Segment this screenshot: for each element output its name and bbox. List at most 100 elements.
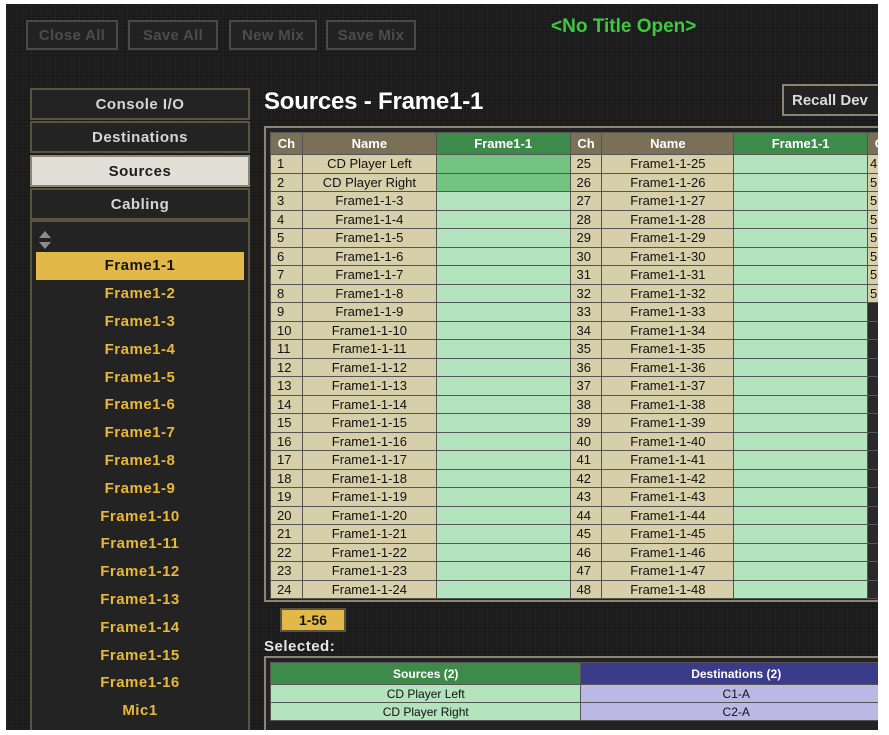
source-name[interactable]: Frame1-1-24 xyxy=(301,579,437,599)
source-name[interactable]: Frame1-1-44 xyxy=(601,505,735,525)
page-tab-1-56[interactable]: 1-56 xyxy=(280,608,346,632)
source-name[interactable]: Frame1-1-37 xyxy=(601,376,735,396)
frame-list-item[interactable]: Frame1-2 xyxy=(36,280,244,308)
source-name[interactable]: Frame1-1-46 xyxy=(601,542,735,562)
source-name[interactable]: Frame1-1-48 xyxy=(601,579,735,599)
source-name[interactable]: CD Player Right xyxy=(301,172,437,192)
nav-console-io[interactable]: Console I/O xyxy=(30,88,250,120)
signal-cell[interactable] xyxy=(733,357,868,377)
frame-list-item[interactable]: Frame1-14 xyxy=(36,613,244,641)
source-name[interactable]: Frame1-1-14 xyxy=(301,394,437,414)
signal-cell[interactable] xyxy=(435,431,571,451)
source-name[interactable]: Frame1-1-20 xyxy=(301,505,437,525)
signal-cell[interactable] xyxy=(733,191,868,211)
source-name[interactable]: Frame1-1-39 xyxy=(601,413,735,433)
signal-cell[interactable] xyxy=(435,561,571,581)
signal-cell[interactable] xyxy=(733,339,868,359)
source-name[interactable]: Frame1-1-30 xyxy=(601,246,735,266)
signal-cell[interactable] xyxy=(435,357,571,377)
source-name[interactable]: Frame1-1-12 xyxy=(301,357,437,377)
source-name[interactable]: Frame1-1-36 xyxy=(601,357,735,377)
source-name[interactable]: Frame1-1-19 xyxy=(301,487,437,507)
source-name[interactable]: Frame1-1-42 xyxy=(601,468,735,488)
signal-cell[interactable] xyxy=(733,505,868,525)
source-name[interactable]: Frame1-1-7 xyxy=(301,265,437,285)
source-name[interactable]: Frame1-1-40 xyxy=(601,431,735,451)
source-name[interactable]: Frame1-1-29 xyxy=(601,228,735,248)
source-name[interactable]: Frame1-1-23 xyxy=(301,561,437,581)
signal-cell[interactable] xyxy=(435,265,571,285)
nav-sources[interactable]: Sources xyxy=(30,155,250,187)
source-name[interactable]: Frame1-1-6 xyxy=(301,246,437,266)
signal-cell[interactable] xyxy=(733,413,868,433)
source-name[interactable]: Frame1-1-18 xyxy=(301,468,437,488)
source-name[interactable]: Frame1-1-32 xyxy=(601,283,735,303)
source-name[interactable]: Frame1-1-21 xyxy=(301,524,437,544)
signal-cell[interactable] xyxy=(435,376,571,396)
signal-cell[interactable] xyxy=(733,283,868,303)
source-name[interactable]: Frame1-1-8 xyxy=(301,283,437,303)
source-name[interactable]: Frame1-1-3 xyxy=(301,191,437,211)
signal-cell[interactable] xyxy=(435,487,571,507)
source-name[interactable]: Frame1-1-41 xyxy=(601,450,735,470)
source-name[interactable]: Frame1-1-16 xyxy=(301,431,437,451)
signal-cell[interactable] xyxy=(733,468,868,488)
signal-cell[interactable] xyxy=(435,339,571,359)
signal-cell[interactable] xyxy=(435,191,571,211)
signal-cell[interactable] xyxy=(435,172,571,192)
source-name[interactable]: Frame1-1-15 xyxy=(301,413,437,433)
source-name[interactable]: Frame1-1-28 xyxy=(601,209,735,229)
signal-cell[interactable] xyxy=(733,246,868,266)
source-name[interactable]: Frame1-1-45 xyxy=(601,524,735,544)
source-name[interactable]: Frame1-1-47 xyxy=(601,561,735,581)
signal-cell[interactable] xyxy=(435,320,571,340)
frame-list-item[interactable]: Frame1-16 xyxy=(36,669,244,697)
source-name[interactable]: CD Player Left xyxy=(301,154,437,174)
signal-cell[interactable] xyxy=(435,154,571,174)
signal-cell[interactable] xyxy=(733,228,868,248)
frame-list-item[interactable]: Frame1-11 xyxy=(36,530,244,558)
frame-list-item[interactable]: Frame1-4 xyxy=(36,335,244,363)
source-name[interactable]: Frame1-1-13 xyxy=(301,376,437,396)
source-name[interactable]: Frame1-1-17 xyxy=(301,450,437,470)
selected-row[interactable]: CD Player Right C2-A xyxy=(269,702,878,721)
signal-cell[interactable] xyxy=(733,209,868,229)
close-all-button[interactable]: Close All xyxy=(26,20,118,50)
source-name[interactable]: Frame1-1-35 xyxy=(601,339,735,359)
recall-device-button[interactable]: Recall Dev xyxy=(782,84,878,116)
signal-cell[interactable] xyxy=(733,542,868,562)
source-name[interactable]: Frame1-1-10 xyxy=(301,320,437,340)
save-all-button[interactable]: Save All xyxy=(128,20,218,50)
nav-destinations[interactable]: Destinations xyxy=(30,121,250,153)
signal-cell[interactable] xyxy=(733,431,868,451)
signal-cell[interactable] xyxy=(435,302,571,322)
signal-cell[interactable] xyxy=(435,450,571,470)
signal-cell[interactable] xyxy=(733,394,868,414)
source-name[interactable]: Frame1-1-11 xyxy=(301,339,437,359)
save-mix-button[interactable]: Save Mix xyxy=(326,20,416,50)
nav-cabling[interactable]: Cabling xyxy=(30,188,250,220)
frame-list-item[interactable]: Frame1-13 xyxy=(36,586,244,614)
signal-cell[interactable] xyxy=(733,154,868,174)
signal-cell[interactable] xyxy=(435,542,571,562)
signal-cell[interactable] xyxy=(733,579,868,599)
source-name[interactable]: Frame1-1-25 xyxy=(601,154,735,174)
frame-list-item[interactable]: Frame1-12 xyxy=(36,558,244,586)
signal-cell[interactable] xyxy=(435,209,571,229)
signal-cell[interactable] xyxy=(733,450,868,470)
source-name[interactable]: Frame1-1-4 xyxy=(301,209,437,229)
frame-list-item[interactable]: Frame1-6 xyxy=(36,391,244,419)
source-name[interactable]: Frame1-1-26 xyxy=(601,172,735,192)
source-name[interactable]: Frame1-1-34 xyxy=(601,320,735,340)
frame-list-item[interactable]: Frame1-10 xyxy=(36,502,244,530)
signal-cell[interactable] xyxy=(733,265,868,285)
signal-cell[interactable] xyxy=(435,579,571,599)
frame-list-item[interactable]: Frame1-3 xyxy=(36,308,244,336)
new-mix-button[interactable]: New Mix xyxy=(229,20,317,50)
sort-arrows-icon[interactable] xyxy=(38,230,52,250)
signal-cell[interactable] xyxy=(733,524,868,544)
signal-cell[interactable] xyxy=(733,376,868,396)
signal-cell[interactable] xyxy=(733,302,868,322)
signal-cell[interactable] xyxy=(435,246,571,266)
source-name[interactable]: Frame1-1-22 xyxy=(301,542,437,562)
